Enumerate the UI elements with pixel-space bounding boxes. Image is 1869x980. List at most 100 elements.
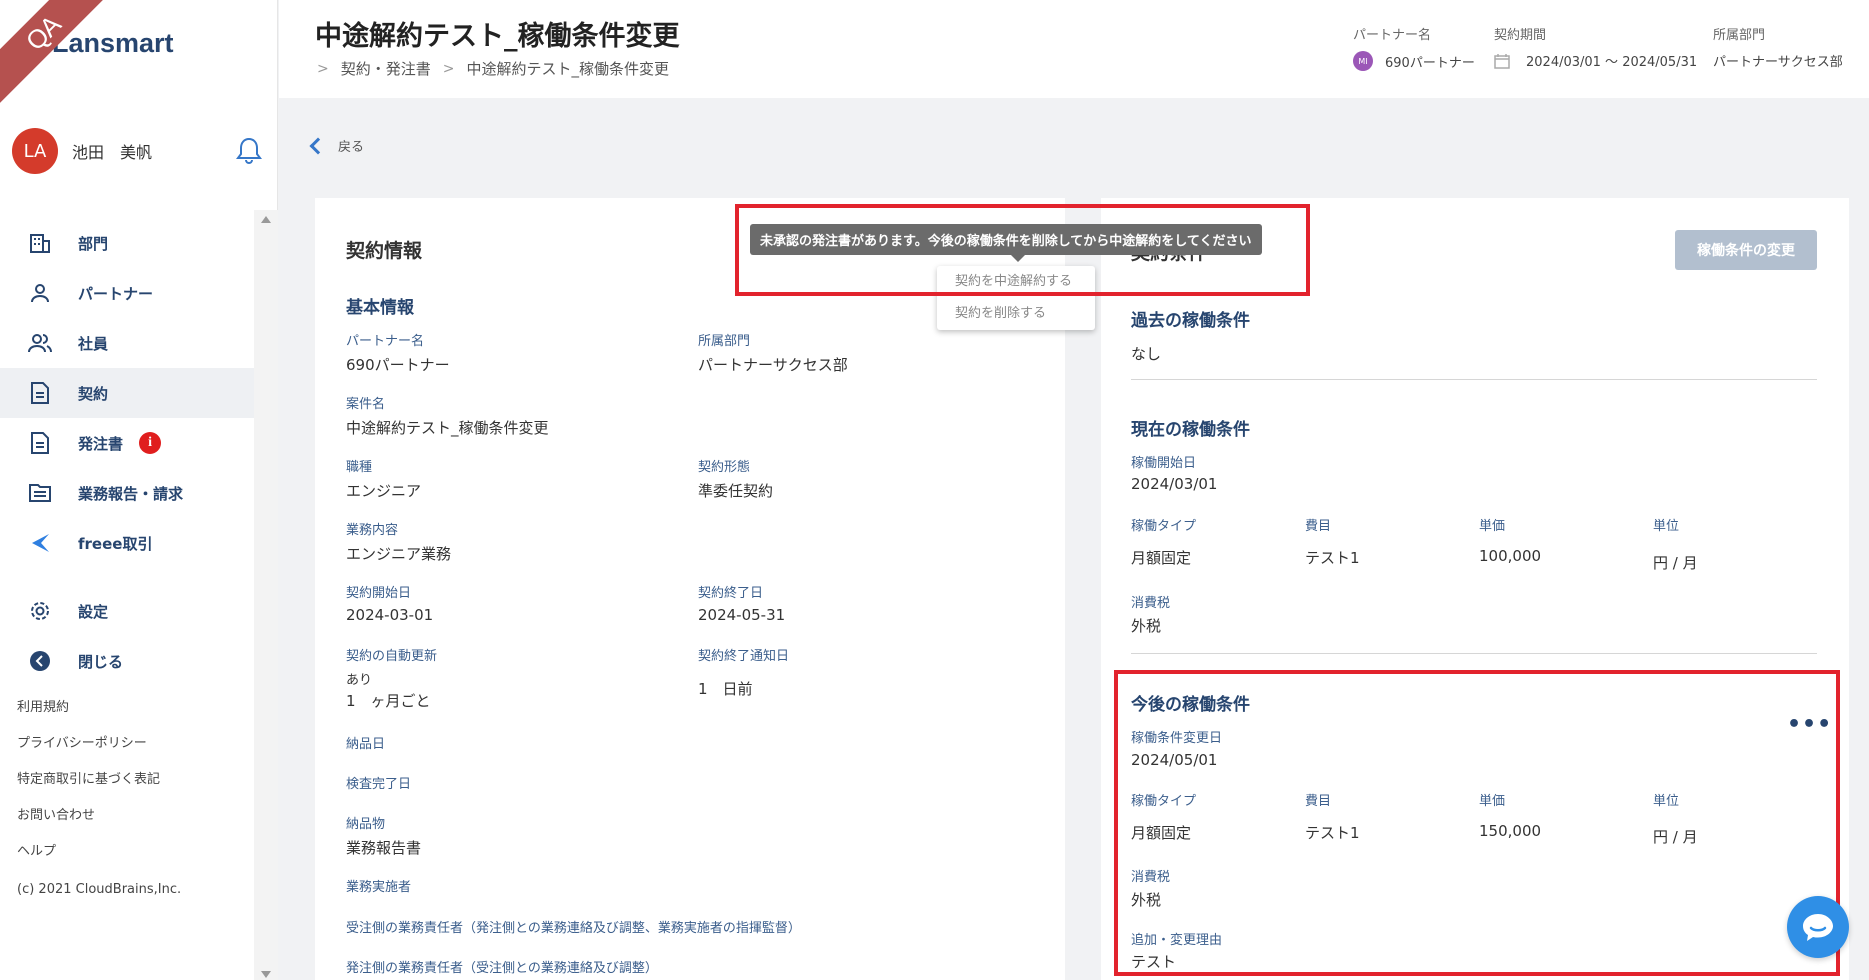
delivery-date-label: 納品日 (346, 737, 386, 752)
period-value: 2024/03/01 〜 2024/05/31 (1526, 55, 1698, 70)
page-header: 中途解約テスト_稼働条件変更 > 契約・発注書 > 中途解約テスト_稼働条件変更… (279, 0, 1869, 98)
end-notice-label: 契約終了通知日 (698, 649, 790, 664)
sidebar: Lansmart LA 池田 美帆 部門 パートナー 社員 契約 発注書 i 業… (0, 0, 278, 980)
sidebar-item-label: 社員 (78, 334, 109, 353)
divider (1131, 653, 1817, 654)
copyright: (c) 2021 CloudBrains,Inc. (17, 882, 182, 897)
sidebar-item-settings[interactable]: 設定 (0, 586, 254, 636)
department-value: パートナーサクセス部 (698, 356, 848, 374)
sidebar-item-partners[interactable]: パートナー (0, 268, 254, 318)
period-label: 契約期間 (1494, 28, 1547, 43)
current-tax-label: 消費税 (1131, 596, 1171, 611)
work-label: 業務内容 (346, 523, 399, 538)
user-name: 池田 美帆 (72, 143, 153, 162)
period-value-row: 2024/03/01 〜 2024/05/31 (1494, 51, 1697, 70)
current-item-label: 費目 (1305, 519, 1332, 534)
menu-item-delete-contract[interactable]: 契約を削除する (937, 298, 1095, 330)
sidebar-item-label: 設定 (78, 602, 109, 621)
contract-type-label: 契約形態 (698, 460, 751, 475)
partner-avatar: MI (1353, 51, 1373, 71)
calendar-icon (1494, 53, 1510, 69)
divider (1131, 379, 1817, 380)
back-label: 戻る (338, 140, 365, 155)
terms-link[interactable]: 利用規約 (17, 698, 160, 734)
breadcrumb: > 契約・発注書 > 中途解約テスト_稼働条件変更 (317, 58, 669, 79)
change-conditions-button[interactable]: 稼働条件の変更 (1675, 230, 1817, 270)
privacy-link[interactable]: プライバシーポリシー (17, 734, 160, 770)
worker-label: 業務実施者 (346, 880, 412, 895)
document-icon (28, 381, 52, 405)
arrow-left-circle-icon (28, 649, 52, 673)
current-unit-label: 単位 (1653, 519, 1680, 534)
sidebar-item-purchase-orders[interactable]: 発注書 i (0, 418, 254, 468)
sidebar-item-close[interactable]: 閉じる (0, 636, 254, 686)
current-unit-value: 円 / 月 (1653, 554, 1698, 572)
current-price-label: 単価 (1479, 519, 1506, 534)
past-conditions-value: なし (1131, 345, 1162, 363)
folder-icon (28, 481, 52, 505)
sidebar-item-label: freee取引 (78, 534, 153, 553)
header-partner: パートナー名 MI 690パートナー (1353, 24, 1475, 71)
alert-badge-icon: i (139, 432, 162, 454)
job-label: 職種 (346, 460, 373, 475)
current-price-value: 100,000 (1479, 547, 1542, 565)
auto-renew-label: 契約の自動更新 (346, 649, 438, 664)
current-conditions-title: 現在の稼働条件 (1131, 420, 1250, 440)
end-date-value: 2024-05-31 (698, 606, 786, 624)
contact-link[interactable]: お問い合わせ (17, 806, 160, 842)
breadcrumb-item-contracts[interactable]: 契約・発注書 (341, 58, 431, 79)
partner-name-label: パートナー名 (346, 334, 425, 349)
scroll-up-icon[interactable] (261, 216, 271, 223)
people-icon (28, 331, 52, 355)
sidebar-item-label: 閉じる (78, 652, 124, 671)
contract-info-title: 契約情報 (346, 240, 423, 262)
sidebar-item-reports-billing[interactable]: 業務報告・請求 (0, 468, 254, 518)
sidebar-item-departments[interactable]: 部門 (0, 218, 254, 268)
auto-renew-value: 1 ヶ月ごと (346, 692, 431, 710)
chevron-right-icon: > (317, 60, 329, 77)
sidebar-item-employees[interactable]: 社員 (0, 318, 254, 368)
highlight-box-tooltip (735, 204, 1310, 296)
start-date-label: 契約開始日 (346, 586, 412, 601)
sidebar-item-freee[interactable]: freee取引 (0, 518, 254, 568)
current-tax-value: 外税 (1131, 617, 1162, 635)
freee-icon (28, 531, 52, 555)
gear-icon (28, 599, 52, 623)
project-value: 中途解約テスト_稼働条件変更 (346, 419, 549, 437)
current-start-label: 稼働開始日 (1131, 456, 1197, 471)
page-title: 中途解約テスト_稼働条件変更 (315, 21, 680, 52)
document-icon (28, 431, 52, 455)
back-link[interactable]: 戻る (309, 136, 365, 155)
start-date-value: 2024-03-01 (346, 606, 434, 624)
chat-button[interactable] (1787, 896, 1849, 958)
partner-name-value: 690パートナー (346, 356, 450, 374)
bell-icon[interactable] (236, 136, 262, 168)
sidebar-item-contracts[interactable]: 契約 (0, 368, 254, 418)
basic-info-title: 基本情報 (346, 298, 414, 318)
orderer-responsible-label: 発注側の業務責任者（受注側との業務連絡及び調整） (346, 961, 658, 976)
commerce-law-link[interactable]: 特定商取引に基づく表記 (17, 770, 160, 806)
sidebar-nav: 部門 パートナー 社員 契約 発注書 i 業務報告・請求 freee取引 設定 … (0, 218, 254, 686)
help-link[interactable]: ヘルプ (17, 842, 160, 878)
breadcrumb-item-current: 中途解約テスト_稼働条件変更 (466, 60, 669, 78)
scroll-down-icon[interactable] (261, 971, 271, 978)
person-icon (28, 281, 52, 305)
header-period: 契約期間 2024/03/01 〜 2024/05/31 (1494, 24, 1697, 70)
inspection-date-label: 検査完了日 (346, 777, 412, 792)
end-date-label: 契約終了日 (698, 586, 764, 601)
building-icon (28, 231, 52, 255)
highlight-box-future-conditions (1114, 670, 1840, 976)
sidebar-scrollbar[interactable] (254, 210, 278, 980)
sidebar-item-label: 契約 (78, 384, 109, 403)
partner-value: 690パートナー (1385, 55, 1475, 71)
chevron-left-icon (309, 137, 327, 154)
chevron-right-icon: > (442, 60, 455, 77)
end-notice-value: 1 日前 (698, 680, 753, 698)
avatar[interactable]: LA (12, 128, 58, 174)
department-label: 所属部門 (1713, 28, 1766, 43)
sidebar-item-label: 部門 (78, 234, 109, 253)
current-start-value: 2024/03/01 (1131, 475, 1218, 493)
sidebar-item-label: パートナー (78, 284, 154, 303)
deliverable-label: 納品物 (346, 817, 386, 832)
